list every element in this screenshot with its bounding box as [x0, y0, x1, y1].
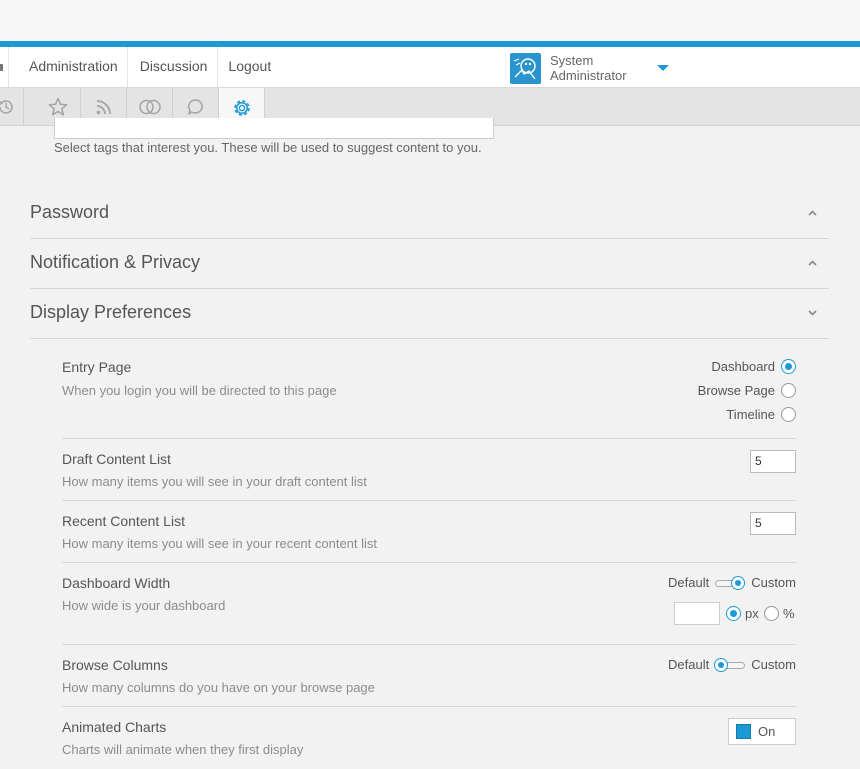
star-icon — [48, 97, 67, 116]
radio-label: px — [745, 606, 759, 621]
chevron-down-icon — [808, 310, 817, 316]
switch-label-right: Custom — [751, 575, 796, 590]
unit-option-px[interactable]: px — [726, 606, 759, 621]
pref-label: Animated Charts — [62, 719, 167, 735]
user-name: System Administrator — [550, 53, 650, 83]
pref-label: Browse Columns — [62, 657, 168, 673]
radio-button[interactable] — [726, 606, 741, 621]
tab-history[interactable] — [0, 88, 24, 126]
pref-label: Entry Page — [62, 359, 132, 375]
radio-label: Dashboard — [711, 359, 775, 374]
pref-label: Draft Content List — [62, 451, 171, 467]
radio-label: % — [783, 606, 795, 621]
pref-description: When you login you will be directed to t… — [62, 383, 337, 398]
gear-icon — [233, 99, 250, 116]
draft-count-input[interactable]: 5 — [750, 450, 796, 473]
chevron-down-icon[interactable] — [657, 65, 669, 71]
pref-description: Charts will animate when they first disp… — [62, 742, 304, 757]
nav-link-discussion[interactable]: Discussion — [128, 47, 219, 87]
pref-recent-content-list: Recent Content List How many items you w… — [62, 501, 796, 563]
pref-entry-page: Entry Page When you login you will be di… — [62, 339, 796, 439]
toggle-switch[interactable] — [714, 575, 746, 590]
recent-count-input[interactable]: 5 — [750, 512, 796, 535]
pref-description: How many items you will see in your rece… — [62, 536, 378, 551]
nav-link-administration[interactable]: Administration — [8, 47, 128, 87]
chevron-up-icon — [808, 210, 817, 216]
nav-cutoff-edge — [0, 47, 4, 87]
radio-label: Browse Page — [697, 383, 775, 398]
nav-link-logout[interactable]: Logout — [218, 47, 281, 87]
nav-links: Administration Discussion Logout — [0, 47, 281, 87]
tags-help-text: Select tags that interest you. These wil… — [54, 140, 482, 155]
pref-dashboard-width: Dashboard Width How wide is your dashboa… — [62, 563, 796, 645]
custom-width-input[interactable] — [674, 602, 720, 625]
switch-label-right: Custom — [751, 657, 796, 672]
pref-label: Recent Content List — [62, 513, 185, 529]
avatar — [510, 52, 541, 84]
user-name-line1: System — [550, 53, 594, 68]
pref-description: How wide is your dashboard — [62, 598, 226, 613]
chevron-up-icon — [808, 260, 817, 266]
user-menu[interactable]: System Administrator — [510, 52, 669, 84]
pref-description: How many items you will see in your draf… — [62, 474, 367, 489]
circles-icon — [138, 99, 161, 115]
checkbox-checked[interactable] — [736, 724, 751, 739]
radio-button[interactable] — [781, 407, 796, 422]
radio-option-timeline[interactable]: Timeline — [726, 407, 796, 422]
user-name-line2: Administrator — [550, 68, 627, 83]
pref-browse-columns: Browse Columns How many columns do you h… — [62, 645, 796, 707]
section-display-preferences[interactable]: Display Preferences — [30, 289, 829, 339]
section-password[interactable]: Password — [30, 189, 829, 239]
pref-description: How many columns do you have on your bro… — [62, 680, 375, 695]
switch-label-left: Default — [668, 657, 710, 672]
rss-icon — [96, 100, 111, 115]
browser-top-area — [0, 0, 860, 42]
pref-animated-charts: Animated Charts Charts will animate when… — [62, 707, 796, 769]
toggle-switch[interactable] — [714, 657, 746, 672]
radio-option-browse-page[interactable]: Browse Page — [698, 383, 796, 398]
toggle-label: On — [758, 724, 776, 739]
radio-button[interactable] — [781, 383, 796, 398]
unit-option-percent[interactable]: % — [764, 606, 795, 621]
pref-label: Dashboard Width — [62, 575, 171, 591]
radio-option-dashboard[interactable]: Dashboard — [711, 359, 796, 374]
browse-columns-switch[interactable]: Default Custom — [668, 657, 796, 672]
switch-label-left: Default — [668, 575, 710, 590]
section-title: Display Preferences — [30, 302, 192, 322]
chat-bubble-icon — [187, 99, 203, 115]
history-icon — [0, 100, 13, 114]
radio-button[interactable] — [781, 359, 796, 374]
section-notification-privacy[interactable]: Notification & Privacy — [30, 239, 829, 289]
section-title: Notification & Privacy — [30, 252, 201, 272]
radio-button[interactable] — [764, 606, 779, 621]
tags-input[interactable] — [54, 118, 494, 139]
radio-label: Timeline — [726, 407, 775, 422]
dashboard-width-switch[interactable]: Default Custom — [668, 575, 796, 590]
section-title: Password — [30, 202, 110, 222]
animated-charts-toggle[interactable]: On — [728, 718, 796, 745]
pref-draft-content-list: Draft Content List How many items you wi… — [62, 439, 796, 501]
main-nav: Administration Discussion Logout System … — [0, 47, 860, 88]
